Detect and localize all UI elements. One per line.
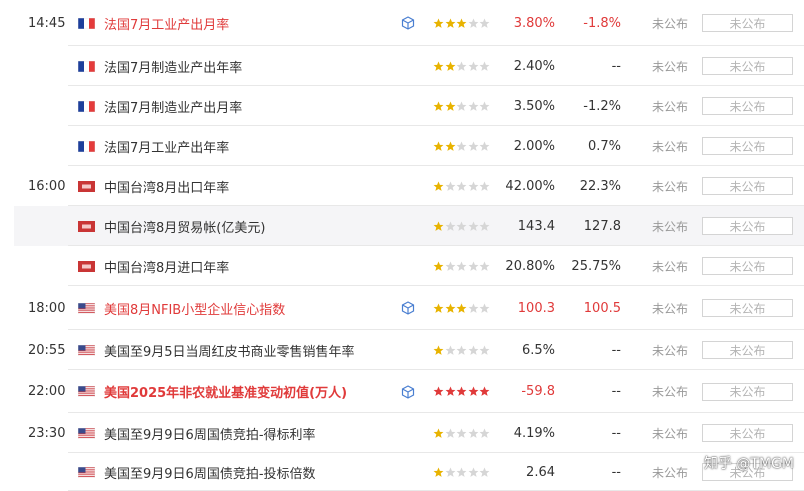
unpublished-button[interactable]: 未公布 [702, 257, 793, 275]
event-name[interactable]: 法国7月制造业产出月率 [104, 86, 242, 126]
previous-value: 143.4 [517, 218, 555, 234]
actual-value: 未公布 [652, 385, 689, 399]
table-row[interactable]: 22:00 美国2025年非农就业基准变动初值(万人) -59.8 -- 未公布 未公布 [0, 370, 804, 413]
unpublished-button[interactable]: 未公布 [702, 382, 793, 401]
cube-icon[interactable] [401, 286, 415, 330]
forecast-value: -1.8% [583, 15, 621, 31]
actual-value: 未公布 [652, 219, 689, 234]
unpublished-button[interactable]: 未公布 [702, 137, 793, 155]
previous-value: 100.3 [517, 300, 555, 316]
event-name[interactable]: 法国7月工业产出年率 [104, 126, 229, 166]
event-time: 22:00 [28, 384, 66, 399]
actual-value: 未公布 [652, 465, 689, 480]
cube-icon[interactable] [401, 0, 415, 46]
forecast-value: 25.75% [571, 258, 621, 274]
event-name[interactable]: 美国至9月9日6周国债竞拍-得标利率 [104, 413, 316, 453]
unpublished-button[interactable]: 未公布 [702, 57, 793, 75]
previous-value: 2.40% [513, 58, 555, 74]
previous-value: 42.00% [505, 178, 555, 194]
previous-value: 2.00% [513, 138, 555, 154]
table-row[interactable]: 16:00 中国台湾8月出口年率 42.00% 22.3% 未公布 未公布 [0, 166, 804, 206]
actual-value: 未公布 [652, 343, 689, 358]
forecast-value: 100.5 [583, 300, 621, 316]
unpublished-button[interactable]: 未公布 [702, 424, 793, 442]
country-flag-icon [78, 370, 95, 413]
country-flag-icon [78, 166, 95, 206]
forecast-value: 0.7% [587, 138, 621, 154]
actual-value: 未公布 [652, 426, 689, 441]
event-time: 23:30 [28, 425, 66, 441]
previous-value: 6.5% [521, 342, 555, 358]
forecast-value: 127.8 [583, 218, 621, 234]
previous-value: 4.19% [513, 425, 555, 441]
event-name[interactable]: 中国台湾8月贸易帐(亿美元) [104, 206, 265, 246]
table-row[interactable]: 18:00 美国8月NFIB小型企业信心指数 100.3 100.5 未公布 未公布 [0, 286, 804, 330]
country-flag-icon [78, 0, 95, 46]
event-name[interactable]: 美国2025年非农就业基准变动初值(万人) [104, 370, 347, 413]
watermark: 知乎 @TMGM [703, 456, 794, 472]
previous-value: 2.64 [526, 464, 555, 480]
table-row[interactable]: 14:45 法国7月工业产出月率 3.80% -1.8% 未公布 未公布 [0, 0, 804, 46]
actual-value: 未公布 [652, 301, 689, 316]
event-time: 16:00 [28, 178, 66, 194]
actual-value: 未公布 [652, 59, 689, 74]
event-name[interactable]: 法国7月工业产出月率 [104, 0, 229, 46]
event-name[interactable]: 法国7月制造业产出年率 [104, 46, 242, 86]
country-flag-icon [78, 453, 95, 491]
event-time: 18:00 [28, 300, 66, 316]
event-name[interactable]: 美国8月NFIB小型企业信心指数 [104, 286, 285, 330]
country-flag-icon [78, 330, 95, 370]
previous-value: 3.80% [513, 15, 555, 31]
actual-value: 未公布 [652, 139, 689, 154]
event-name[interactable]: 美国至9月9日6周国债竞拍-投标倍数 [104, 453, 316, 491]
actual-value: 未公布 [652, 259, 689, 274]
actual-value: 未公布 [652, 16, 689, 31]
table-row[interactable]: 中国台湾8月贸易帐(亿美元) 143.4 127.8 未公布 未公布 [14, 206, 804, 246]
table-row[interactable]: 20:55 美国至9月5日当周红皮书商业零售销售年率 6.5% -- 未公布 未公布 [0, 330, 804, 370]
forecast-value: -- [611, 464, 621, 480]
country-flag-icon [78, 126, 95, 166]
country-flag-icon [78, 286, 95, 330]
table-row[interactable]: 法国7月制造业产出年率 2.40% -- 未公布 未公布 [0, 46, 804, 86]
previous-value: 20.80% [505, 258, 555, 274]
event-time: 20:55 [28, 342, 66, 358]
table-row[interactable]: 美国至9月9日6周国债竞拍-投标倍数 2.64 -- 未公布 未公布 [0, 453, 804, 491]
event-time: 14:45 [28, 15, 66, 31]
unpublished-button[interactable]: 未公布 [702, 217, 793, 235]
event-name[interactable]: 中国台湾8月进口年率 [104, 246, 229, 286]
actual-value: 未公布 [652, 179, 689, 194]
table-row[interactable]: 中国台湾8月进口年率 20.80% 25.75% 未公布 未公布 [0, 246, 804, 286]
forecast-value: -- [611, 58, 621, 74]
forecast-value: -- [611, 425, 621, 441]
actual-value: 未公布 [652, 99, 689, 114]
unpublished-button[interactable]: 未公布 [702, 14, 793, 32]
event-name[interactable]: 美国至9月5日当周红皮书商业零售销售年率 [104, 330, 355, 370]
unpublished-button[interactable]: 未公布 [702, 97, 793, 115]
forecast-value: 22.3% [579, 178, 621, 194]
table-row[interactable]: 23:30 美国至9月9日6周国债竞拍-得标利率 4.19% -- 未公布 未公布 [0, 413, 804, 453]
previous-value: 3.50% [513, 98, 555, 114]
table-row[interactable]: 法国7月工业产出年率 2.00% 0.7% 未公布 未公布 [0, 126, 804, 166]
country-flag-icon [78, 86, 95, 126]
table-row[interactable]: 法国7月制造业产出月率 3.50% -1.2% 未公布 未公布 [0, 86, 804, 126]
country-flag-icon [78, 246, 95, 286]
unpublished-button[interactable]: 未公布 [702, 299, 793, 317]
country-flag-icon [78, 46, 95, 86]
country-flag-icon [78, 413, 95, 453]
country-flag-icon [78, 206, 95, 246]
forecast-value: -1.2% [583, 98, 621, 114]
unpublished-button[interactable]: 未公布 [702, 341, 793, 359]
event-name[interactable]: 中国台湾8月出口年率 [104, 166, 229, 206]
cube-icon[interactable] [401, 370, 415, 413]
forecast-value: -- [611, 384, 621, 399]
previous-value: -59.8 [521, 384, 555, 399]
forecast-value: -- [611, 342, 621, 358]
unpublished-button[interactable]: 未公布 [702, 177, 793, 195]
